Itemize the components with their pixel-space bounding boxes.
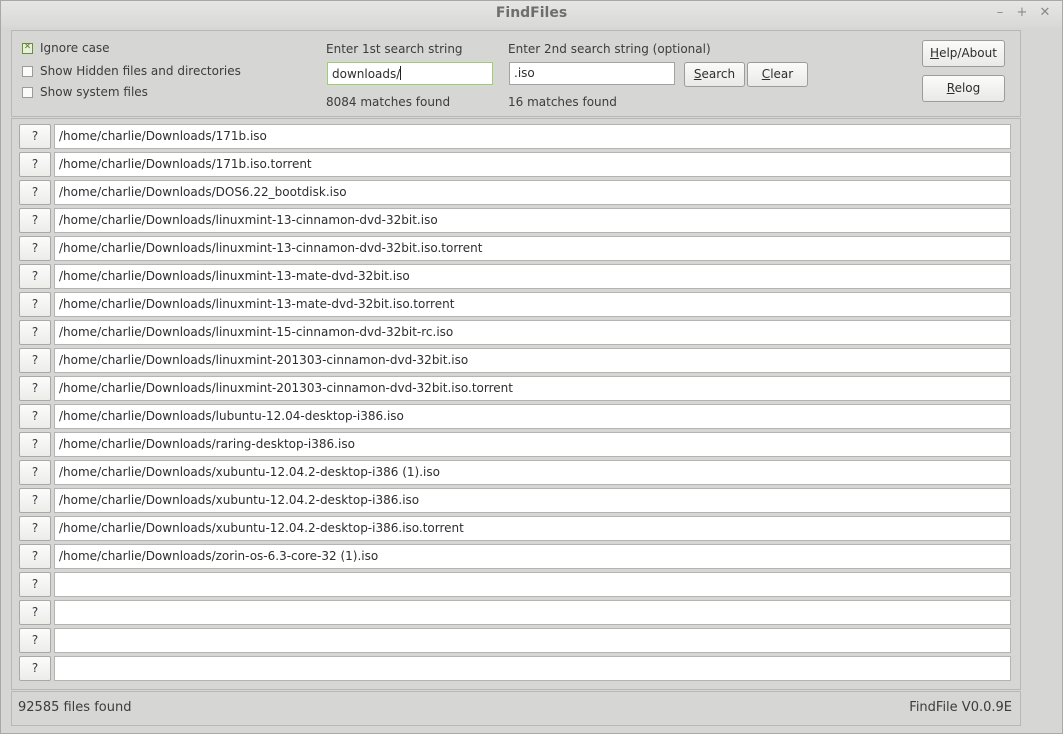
result-path-field[interactable]: /home/charlie/Downloads/171b.iso <box>54 124 1011 149</box>
row-info-button[interactable]: ? <box>19 432 51 457</box>
row-info-button[interactable]: ? <box>19 236 51 261</box>
result-path-field[interactable]: /home/charlie/Downloads/linuxmint-13-cin… <box>54 208 1011 233</box>
row-info-button[interactable]: ? <box>19 124 51 149</box>
search1-matches: 8084 matches found <box>326 95 451 109</box>
row-info-button[interactable]: ? <box>19 656 51 681</box>
result-row: ?/home/charlie/Downloads/linuxmint-13-ma… <box>19 264 1012 290</box>
result-path-field[interactable]: /home/charlie/Downloads/171b.iso.torrent <box>54 152 1011 177</box>
row-info-button[interactable]: ? <box>19 152 51 177</box>
search2-input[interactable]: .iso <box>509 62 675 85</box>
result-row: ?/home/charlie/Downloads/zorin-os-6.3-co… <box>19 544 1012 570</box>
maximize-icon[interactable]: + <box>1015 6 1029 20</box>
result-row: ?/home/charlie/Downloads/linuxmint-20130… <box>19 348 1012 374</box>
result-path-field[interactable]: /home/charlie/Downloads/xubuntu-12.04.2-… <box>54 460 1011 485</box>
row-info-button[interactable]: ? <box>19 292 51 317</box>
result-row: ?/home/charlie/Downloads/linuxmint-20130… <box>19 376 1012 402</box>
findfiles-window: FindFiles – + ✕ Ignore case Show Hidden … <box>0 0 1063 734</box>
minimize-icon[interactable]: – <box>993 6 1007 20</box>
result-path-field[interactable]: /home/charlie/Downloads/lubuntu-12.04-de… <box>54 404 1011 429</box>
close-icon[interactable]: ✕ <box>1038 6 1052 20</box>
files-found-count: 92585 files found <box>18 700 132 715</box>
result-row: ?/home/charlie/Downloads/linuxmint-15-ci… <box>19 320 1012 346</box>
ignore-case-label: Ignore case <box>40 41 110 55</box>
search1-value: downloads/ <box>332 67 401 81</box>
search1-input[interactable]: downloads/ <box>327 62 493 85</box>
help-about-button[interactable]: Help/About <box>922 40 1005 67</box>
result-row: ?/home/charlie/Downloads/raring-desktop-… <box>19 432 1012 458</box>
row-info-button[interactable]: ? <box>19 376 51 401</box>
result-path-field[interactable]: /home/charlie/Downloads/DOS6.22_bootdisk… <box>54 180 1011 205</box>
result-path-field[interactable]: /home/charlie/Downloads/linuxmint-201303… <box>54 348 1011 373</box>
result-row: ?/home/charlie/Downloads/linuxmint-13-ci… <box>19 208 1012 234</box>
result-path-field[interactable] <box>54 600 1011 625</box>
result-row: ?/home/charlie/Downloads/171b.iso.torren… <box>19 152 1012 178</box>
row-info-button[interactable]: ? <box>19 264 51 289</box>
result-path-field[interactable]: /home/charlie/Downloads/linuxmint-13-mat… <box>54 264 1011 289</box>
result-path-field[interactable] <box>54 656 1011 681</box>
result-path-field[interactable]: /home/charlie/Downloads/xubuntu-12.04.2-… <box>54 488 1011 513</box>
search-panel: Ignore case Show Hidden files and direct… <box>11 30 1021 117</box>
result-row: ? <box>19 600 1012 626</box>
row-info-button[interactable]: ? <box>19 348 51 373</box>
result-path-field[interactable]: /home/charlie/Downloads/linuxmint-201303… <box>54 376 1011 401</box>
result-path-field[interactable]: /home/charlie/Downloads/linuxmint-13-mat… <box>54 292 1011 317</box>
result-row: ?/home/charlie/Downloads/xubuntu-12.04.2… <box>19 516 1012 542</box>
result-row: ?/home/charlie/Downloads/DOS6.22_bootdis… <box>19 180 1012 206</box>
status-bar: 92585 files found FindFile V0.0.9E <box>11 691 1021 726</box>
result-row: ?/home/charlie/Downloads/xubuntu-12.04.2… <box>19 460 1012 486</box>
row-info-button[interactable]: ? <box>19 208 51 233</box>
result-row: ?/home/charlie/Downloads/lubuntu-12.04-d… <box>19 404 1012 430</box>
version-label: FindFile V0.0.9E <box>909 700 1012 715</box>
result-row: ? <box>19 656 1012 682</box>
row-info-button[interactable]: ? <box>19 600 51 625</box>
result-row: ?/home/charlie/Downloads/linuxmint-13-ma… <box>19 292 1012 318</box>
result-path-field[interactable]: /home/charlie/Downloads/linuxmint-13-cin… <box>54 236 1011 261</box>
row-info-button[interactable]: ? <box>19 516 51 541</box>
checkbox-unchecked-icon[interactable] <box>22 86 33 98</box>
row-info-button[interactable]: ? <box>19 404 51 429</box>
row-info-button[interactable]: ? <box>19 180 51 205</box>
text-caret <box>400 66 402 80</box>
row-info-button[interactable]: ? <box>19 572 51 597</box>
result-row: ?/home/charlie/Downloads/xubuntu-12.04.2… <box>19 488 1012 514</box>
checkbox-checked-icon[interactable] <box>22 42 33 54</box>
result-row: ? <box>19 572 1012 598</box>
show-hidden-label: Show Hidden files and directories <box>40 64 241 78</box>
result-row: ? <box>19 628 1012 654</box>
result-path-field[interactable]: /home/charlie/Downloads/raring-desktop-i… <box>54 432 1011 457</box>
search1-label: Enter 1st search string <box>326 42 463 56</box>
row-info-button[interactable]: ? <box>19 488 51 513</box>
result-row: ?/home/charlie/Downloads/171b.iso <box>19 124 1012 150</box>
result-path-field[interactable] <box>54 628 1011 653</box>
results-list: ?/home/charlie/Downloads/171b.iso?/home/… <box>11 118 1021 690</box>
ignore-case-checkbox[interactable]: Ignore case <box>22 41 110 55</box>
search2-matches: 16 matches found <box>508 95 617 109</box>
result-path-field[interactable] <box>54 572 1011 597</box>
row-info-button[interactable]: ? <box>19 460 51 485</box>
title-bar[interactable]: FindFiles – + ✕ <box>1 1 1062 28</box>
search2-label: Enter 2nd search string (optional) <box>508 42 711 56</box>
result-row: ?/home/charlie/Downloads/linuxmint-13-ci… <box>19 236 1012 262</box>
show-hidden-checkbox[interactable]: Show Hidden files and directories <box>22 64 241 78</box>
checkbox-unchecked-icon[interactable] <box>22 65 33 77</box>
row-info-button[interactable]: ? <box>19 628 51 653</box>
window-title: FindFiles <box>495 5 568 21</box>
row-info-button[interactable]: ? <box>19 544 51 569</box>
relog-button[interactable]: Relog <box>922 75 1005 102</box>
result-path-field[interactable]: /home/charlie/Downloads/zorin-os-6.3-cor… <box>54 544 1011 569</box>
show-system-label: Show system files <box>40 85 148 99</box>
search2-value: .iso <box>514 66 535 80</box>
result-path-field[interactable]: /home/charlie/Downloads/linuxmint-15-cin… <box>54 320 1011 345</box>
clear-button[interactable]: Clear <box>747 62 808 87</box>
search-button[interactable]: Search <box>684 62 745 87</box>
result-path-field[interactable]: /home/charlie/Downloads/xubuntu-12.04.2-… <box>54 516 1011 541</box>
show-system-checkbox[interactable]: Show system files <box>22 85 148 99</box>
row-info-button[interactable]: ? <box>19 320 51 345</box>
